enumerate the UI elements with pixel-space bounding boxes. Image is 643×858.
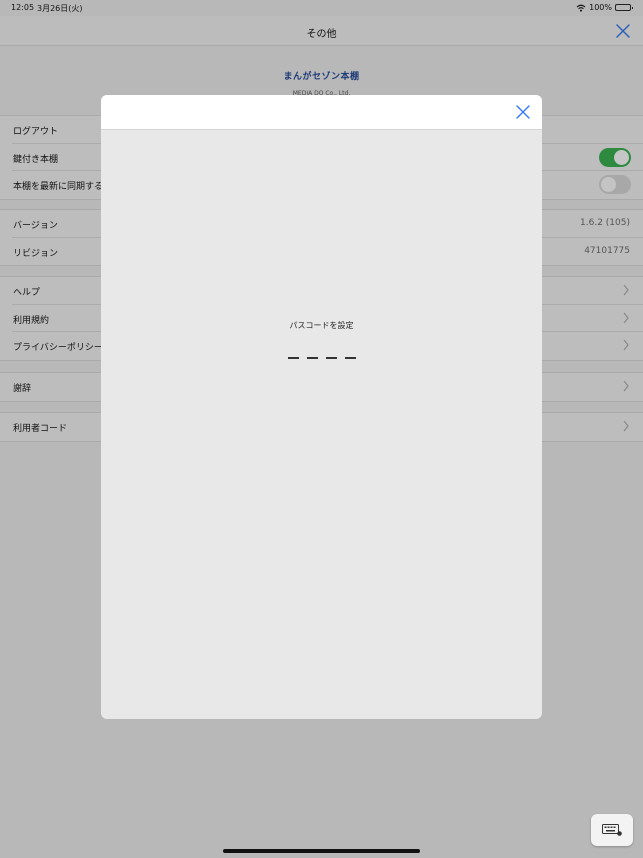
chevron-right-icon — [623, 312, 629, 323]
row-label: 謝辞 — [13, 384, 32, 394]
sync-bookshelf-toggle[interactable] — [599, 175, 631, 194]
nav-title: その他 — [306, 29, 337, 40]
row-label: ログアウト — [13, 127, 59, 137]
passcode-digit-slot — [326, 357, 337, 359]
row-label: 利用規約 — [13, 315, 50, 326]
home-indicator[interactable] — [223, 849, 420, 853]
app-logo: まんがセゾン本棚 — [283, 72, 360, 82]
row-label: 鍵付き本棚 — [13, 154, 59, 165]
version-value: 1.6.2 (105) — [580, 218, 630, 228]
status-right: 100% — [576, 3, 633, 12]
keyboard-button[interactable] — [591, 814, 633, 846]
status-bar: 12:05 3月26日(火) 100% — [0, 0, 643, 16]
row-label: バージョン — [13, 221, 58, 231]
passcode-dashes[interactable] — [288, 357, 356, 359]
row-label: 本棚を最新に同期する — [13, 182, 104, 192]
revision-value: 47101775 — [584, 245, 630, 256]
keyboard-icon — [602, 824, 622, 836]
status-time: 12:05 — [11, 3, 35, 12]
locked-bookshelf-toggle[interactable] — [599, 147, 631, 167]
row-label: ヘルプ — [13, 288, 41, 298]
passcode-digit-slot — [307, 357, 318, 359]
navigation-bar: その他 — [0, 16, 643, 46]
modal-header — [101, 95, 542, 130]
battery-icon — [615, 4, 633, 11]
passcode-digit-slot — [288, 357, 299, 359]
chevron-right-icon — [623, 380, 629, 392]
battery-percentage: 100% — [589, 3, 612, 12]
close-icon[interactable] — [615, 23, 631, 39]
chevron-right-icon — [623, 420, 629, 432]
passcode-modal: パスコードを設定 — [101, 95, 542, 719]
chevron-right-icon — [623, 339, 629, 351]
chevron-right-icon — [623, 284, 629, 296]
status-date: 3月26日(火) — [37, 4, 83, 13]
wifi-icon — [576, 4, 586, 12]
passcode-digit-slot — [345, 357, 356, 359]
row-label: プライバシーポリシー — [13, 343, 103, 353]
close-icon[interactable] — [516, 105, 530, 119]
row-label: 利用者コード — [13, 424, 68, 434]
row-label: リビジョン — [13, 248, 59, 259]
passcode-title: パスコードを設定 — [289, 321, 354, 330]
